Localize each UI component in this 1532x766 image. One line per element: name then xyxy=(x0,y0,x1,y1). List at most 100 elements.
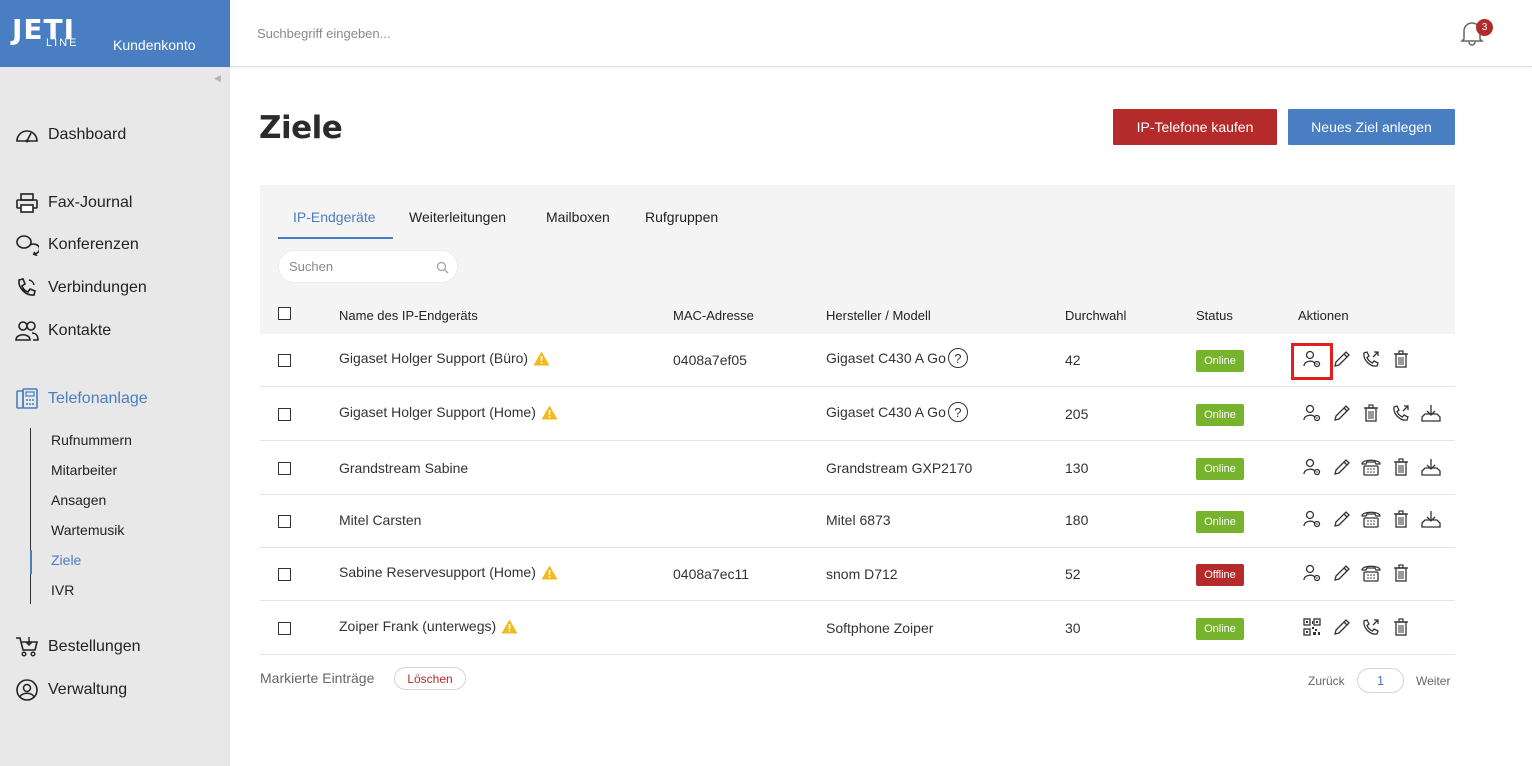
sidebar-subitem-wartemusik[interactable]: Wartemusik xyxy=(51,522,124,538)
sidebar-item-verbindungen[interactable]: Verbindungen xyxy=(14,276,147,300)
device-name-text: Gigaset Holger Support (Home) xyxy=(339,404,536,420)
edit-icon[interactable] xyxy=(1332,509,1352,529)
mac-address: 0408a7ec11 xyxy=(673,566,750,582)
user-settings-icon[interactable] xyxy=(1302,457,1322,477)
device-name[interactable]: Sabine Reservesupport (Home) xyxy=(339,564,558,580)
device-name[interactable]: Mitel Carsten xyxy=(339,512,421,528)
qr-code-icon[interactable] xyxy=(1302,617,1322,637)
column-header-model[interactable]: Hersteller / Modell xyxy=(826,308,931,323)
notification-badge[interactable]: 3 xyxy=(1476,19,1493,36)
sidebar-item-kontakte[interactable]: Kontakte xyxy=(14,319,111,343)
device-name[interactable]: Grandstream Sabine xyxy=(339,460,468,476)
edit-icon[interactable] xyxy=(1332,563,1352,583)
search-icon[interactable] xyxy=(436,261,449,274)
collapse-sidebar-icon[interactable]: ◀ xyxy=(214,73,221,84)
delete-selected-button[interactable]: Löschen xyxy=(394,667,466,690)
status-badge: Online xyxy=(1196,618,1244,640)
user-settings-icon[interactable] xyxy=(1302,563,1322,583)
provisioning-download-icon[interactable] xyxy=(1421,509,1441,529)
mac-address: 0408a7ef05 xyxy=(673,352,747,368)
warning-icon xyxy=(541,405,558,420)
sidebar-item-dashboard[interactable]: Dashboard xyxy=(14,123,126,147)
device-name[interactable]: Gigaset Holger Support (Home) xyxy=(339,404,558,420)
provisioning-download-icon[interactable] xyxy=(1421,457,1441,477)
top-bar: Suchbegriff eingeben... 3 xyxy=(230,0,1532,67)
edit-icon[interactable] xyxy=(1332,617,1352,637)
cart-icon xyxy=(14,636,40,658)
help-icon[interactable]: ? xyxy=(947,402,968,422)
column-header-name[interactable]: Name des IP-Endgeräts xyxy=(339,308,478,323)
device-name-text: Grandstream Sabine xyxy=(339,460,469,476)
trash-icon[interactable] xyxy=(1391,617,1411,637)
desk-phone-icon[interactable] xyxy=(1361,563,1381,583)
pbx-icon xyxy=(14,388,40,410)
tab-ip-endgeraete[interactable]: IP-Endgeräte xyxy=(293,209,376,225)
tab-mailboxen[interactable]: Mailboxen xyxy=(546,209,610,225)
trash-icon[interactable] xyxy=(1391,563,1411,583)
tab-rufgruppen[interactable]: Rufgruppen xyxy=(645,209,718,225)
user-settings-icon[interactable] xyxy=(1302,509,1322,529)
tab-weiterleitungen[interactable]: Weiterleitungen xyxy=(409,209,506,225)
provisioning-download-icon[interactable] xyxy=(1421,403,1441,423)
table-search[interactable] xyxy=(278,250,458,283)
search-input[interactable] xyxy=(289,259,429,274)
device-model: Grandstream GXP2170 xyxy=(826,460,972,476)
help-icon[interactable]: ? xyxy=(947,348,968,368)
column-header-mac[interactable]: MAC-Adresse xyxy=(673,308,754,323)
sidebar-subitem-ivr[interactable]: IVR xyxy=(51,582,74,598)
page-title: Ziele xyxy=(259,110,343,146)
sidebar-subitem-ziele[interactable]: Ziele xyxy=(51,552,81,568)
trash-icon[interactable] xyxy=(1391,457,1411,477)
trash-icon[interactable] xyxy=(1361,403,1381,423)
sidebar-subitem-mitarbeiter[interactable]: Mitarbeiter xyxy=(51,462,117,478)
extension: 130 xyxy=(1065,460,1089,476)
row-checkbox[interactable] xyxy=(278,568,291,581)
buy-ip-phones-button[interactable]: IP-Telefone kaufen xyxy=(1113,109,1277,145)
device-model-text: snom D712 xyxy=(826,566,898,582)
desk-phone-icon[interactable] xyxy=(1361,457,1381,477)
device-name[interactable]: Gigaset Holger Support (Büro) xyxy=(339,350,550,366)
sidebar-subitem-rufnummern[interactable]: Rufnummern xyxy=(51,432,132,448)
row-checkbox[interactable] xyxy=(278,462,291,475)
row-checkbox[interactable] xyxy=(278,515,291,528)
contacts-icon xyxy=(14,320,40,342)
row-checkbox[interactable] xyxy=(278,408,291,421)
highlight-box xyxy=(1291,343,1333,380)
warning-icon xyxy=(541,565,558,580)
sidebar-item-bestellungen[interactable]: Bestellungen xyxy=(14,635,141,659)
device-model-text: Mitel 6873 xyxy=(826,512,891,528)
row-checkbox[interactable] xyxy=(278,354,291,367)
call-forward-icon[interactable] xyxy=(1361,617,1381,637)
trash-icon[interactable] xyxy=(1391,509,1411,529)
device-model-text: Softphone Zoiper xyxy=(826,620,934,636)
call-forward-icon[interactable] xyxy=(1391,403,1411,423)
edit-icon[interactable] xyxy=(1332,403,1352,423)
sidebar-subitem-ansagen[interactable]: Ansagen xyxy=(51,492,106,508)
sidebar-item-label: Dashboard xyxy=(48,126,127,143)
desk-phone-icon[interactable] xyxy=(1361,509,1381,529)
column-header-status[interactable]: Status xyxy=(1196,308,1233,323)
pager-current-page[interactable]: 1 xyxy=(1357,668,1404,693)
logo[interactable]: JETI LINE Kundenkonto xyxy=(0,0,230,67)
sidebar-item-verwaltung[interactable]: Verwaltung xyxy=(14,678,127,702)
sidebar-item-label: Fax-Journal xyxy=(48,194,133,211)
edit-icon[interactable] xyxy=(1332,457,1352,477)
global-search-input[interactable]: Suchbegriff eingeben... xyxy=(257,26,390,41)
device-name-text: Zoiper Frank (unterwegs) xyxy=(339,618,497,634)
select-all-checkbox[interactable] xyxy=(278,307,291,320)
row-checkbox[interactable] xyxy=(278,622,291,635)
sidebar-item-fax-journal[interactable]: Fax-Journal xyxy=(14,191,132,215)
user-settings-icon[interactable] xyxy=(1302,403,1322,423)
device-model: Gigaset C430 A Go ? xyxy=(826,348,968,368)
pager-back-link[interactable]: Zurück xyxy=(1308,674,1345,688)
device-name[interactable]: Zoiper Frank (unterwegs) xyxy=(339,618,518,634)
trash-icon[interactable] xyxy=(1391,349,1411,369)
sidebar-item-telefonanlage[interactable]: Telefonanlage xyxy=(14,387,148,411)
new-target-button[interactable]: Neues Ziel anlegen xyxy=(1288,109,1455,145)
status-badge: Online xyxy=(1196,511,1244,533)
column-header-extension[interactable]: Durchwahl xyxy=(1065,308,1126,323)
edit-icon[interactable] xyxy=(1332,349,1352,369)
pager-next-link[interactable]: Weiter xyxy=(1416,674,1450,688)
sidebar-item-konferenzen[interactable]: Konferenzen xyxy=(14,233,139,257)
call-forward-icon[interactable] xyxy=(1361,349,1381,369)
